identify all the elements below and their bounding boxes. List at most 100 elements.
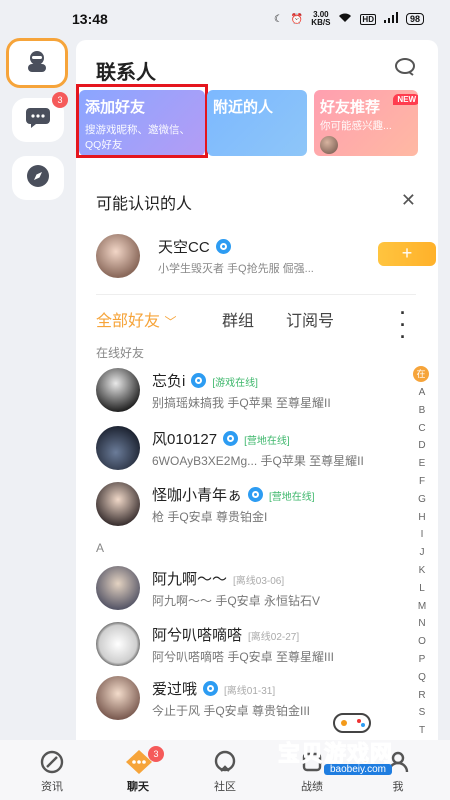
nav-news-label: 资讯 [41,781,63,793]
index-letter[interactable]: H [413,509,431,527]
index-letter[interactable]: N [413,615,431,633]
friend-tabs: 全部好友 ﹀ 群组 订阅号 · · · [96,304,416,346]
nav-chat-label: 聊天 [127,781,149,793]
nav-community[interactable]: 社区 [195,740,255,794]
status-badge: [游戏在线] [212,378,258,389]
group-label-online: 在线好友 [96,346,145,360]
avatar [96,234,140,278]
watermark-url: baobeiy.com [324,764,392,775]
status-icons: ☾ ⏰ 3.00 KB/S HD 98 [274,11,424,27]
site-watermark: 宝贝游戏网 baobeiy.com [277,713,448,782]
recommend-avatar [320,136,338,154]
avatar [96,566,140,610]
hd-icon: HD [360,13,376,25]
index-letter[interactable]: J [413,544,431,562]
add-friend-subtitle: 搜游戏昵称、邀微信、QQ好友 [85,124,190,151]
alarm-icon: ⏰ [290,13,304,25]
avatar [96,676,140,720]
tab-all-friends[interactable]: 全部好友 ﹀ [96,307,176,331]
status-badge: [离线01-31] [224,686,276,697]
rail-contacts-button[interactable] [6,38,68,88]
news-icon [38,748,66,776]
friend-row[interactable]: 阿九啊～～ [离线03-06] 阿九啊～～ 手Q安卓 永恒钻石V [96,566,406,610]
index-letter[interactable]: B [413,402,431,420]
friend-desc: 6WOAyB3XE2Mg... 手Q苹果 至尊星耀II [152,454,364,468]
page-title: 联系人 [96,62,156,84]
add-friend-card[interactable]: 添加好友 搜游戏昵称、邀微信、QQ好友 [79,90,205,156]
index-letter[interactable]: F [413,473,431,491]
status-badge: [营地在线] [269,492,315,503]
friend-desc: 别搞瑶妹搞我 手Q苹果 至尊星耀II [152,396,331,410]
rail-discover-button[interactable] [12,156,64,200]
friend-row[interactable]: 阿兮叭嗒嘀嗒 [离线02-27] 阿兮叭嗒嘀嗒 手Q安卓 至尊星耀III [96,622,406,666]
add-friend-title: 添加好友 [85,99,146,116]
status-badge: [离线02-27] [248,632,300,643]
index-letter[interactable]: S [413,704,431,722]
search-icon[interactable] [394,56,416,83]
recommend-subtitle: 你可能感兴趣... [320,120,392,132]
contact-desc: 小学生毁灭者 手Q抢先服 倔强... [158,263,314,275]
index-letter[interactable]: C [413,420,431,438]
verified-icon [191,373,207,388]
avatar [96,368,140,412]
index-letter[interactable]: K [413,562,431,580]
index-letter[interactable]: G [413,491,431,509]
index-letter[interactable]: E [413,455,431,473]
friend-name-line: 爱过哦 [离线01-31] [152,681,276,698]
nearby-people-card[interactable]: 附近的人 [207,90,307,156]
friend-name-line: 阿九啊～～ [离线03-06] [152,571,285,588]
suggested-contact[interactable]: 天空CC 小学生毁灭者 手Q抢先服 倔强... + [96,234,436,278]
signal-icon [383,12,398,26]
friend-name-line: 忘负i [游戏在线] [152,373,258,390]
status-time: 13:48 [72,11,108,27]
avatar [96,482,140,526]
tab-groups[interactable]: 群组 [222,307,254,331]
compass-icon [26,164,50,193]
network-speed: 3.00 KB/S [311,10,331,27]
index-letter[interactable]: I [413,526,431,544]
rail-messages-button[interactable]: 3 [12,92,68,142]
contact-name: 天空CC [158,236,231,257]
avatar [96,426,140,470]
chat-badge: 3 [148,746,164,762]
index-online[interactable]: 在 [413,366,429,382]
index-letter[interactable]: M [413,598,431,616]
nav-community-label: 社区 [214,781,236,793]
community-icon [211,748,239,776]
index-letter[interactable]: A [413,384,431,402]
friend-row[interactable]: 忘负i [游戏在线] 别搞瑶妹搞我 手Q苹果 至尊星耀II [96,368,406,412]
more-options-icon[interactable]: · · · [400,304,406,346]
index-letter[interactable]: D [413,437,431,455]
nearby-title: 附近的人 [213,99,274,116]
verified-icon [248,487,264,502]
avatar [96,622,140,666]
verified-icon [223,431,239,446]
friend-recommend-card[interactable]: 好友推荐 你可能感兴趣... NEW [314,90,418,156]
index-letter[interactable]: O [413,633,431,651]
alphabet-index[interactable]: 在 ABCDEFGHIJKLMNOPQRST [413,366,431,740]
index-letter[interactable]: R [413,687,431,705]
index-letter[interactable]: Q [413,669,431,687]
chevron-down-icon: ﹀ [164,315,177,329]
close-icon[interactable]: ✕ [401,190,416,211]
friend-row[interactable]: 风010127 [营地在线] 6WOAyB3XE2Mg... 手Q苹果 至尊星耀I… [96,426,406,470]
tab-subscriptions[interactable]: 订阅号 [286,307,334,331]
nav-news[interactable]: 资讯 [22,740,82,794]
suggest-header: 可能认识的人 [96,196,193,213]
friend-desc: 阿兮叭嗒嘀嗒 手Q安卓 至尊星耀III [152,650,335,664]
wifi-icon [338,12,352,26]
add-contact-button[interactable]: + [378,242,436,266]
contacts-panel: 联系人 添加好友 搜游戏昵称、邀微信、QQ好友 附近的人 好友推荐 你可能感兴趣… [76,40,438,740]
friend-name-line: 风010127 [营地在线] [152,431,290,448]
friend-row[interactable]: 怪咖小青年ぁ [营地在线] 枪 手Q安卓 尊贵铂金I [96,482,406,526]
new-tag: NEW [393,94,418,105]
index-letter[interactable]: P [413,651,431,669]
status-badge: [离线03-06] [233,576,285,587]
index-letter[interactable]: L [413,580,431,598]
moon-icon: ☾ [273,13,283,25]
friend-desc: 今止于风 手Q安卓 尊贵铂金III [152,704,311,718]
friend-name-line: 阿兮叭嗒嘀嗒 [离线02-27] [152,627,300,644]
status-badge: [营地在线] [244,436,290,447]
divider [96,294,416,295]
nav-chat[interactable]: 聊天 3 [108,740,168,794]
